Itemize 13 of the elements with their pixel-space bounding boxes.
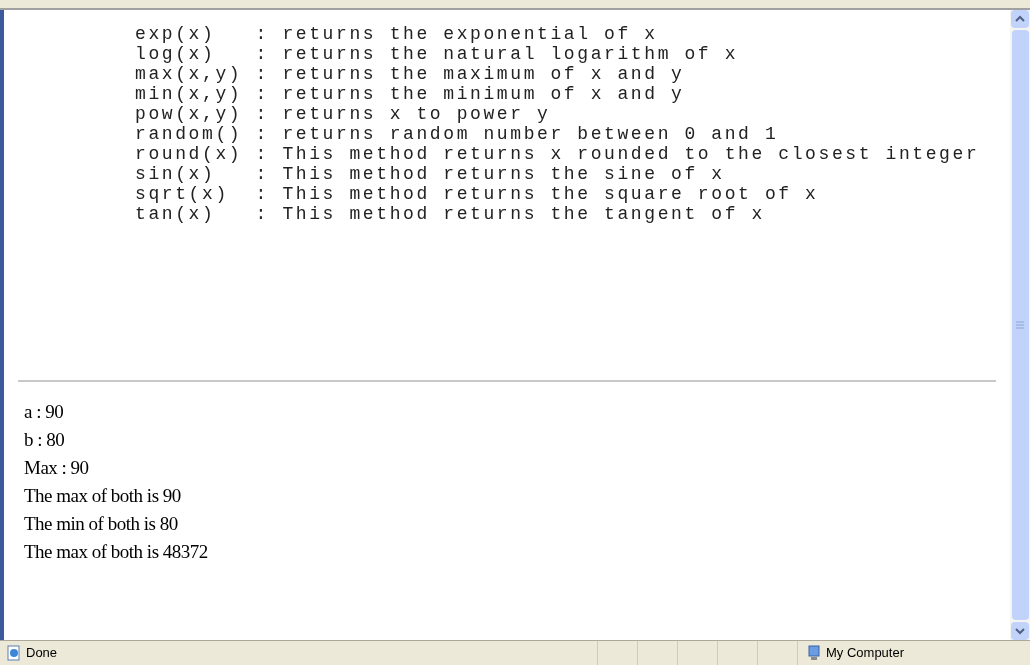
output-line: a : 90 (24, 400, 65, 424)
output-line: The max of both is 90 (24, 484, 182, 508)
output-line: The max of both is 48372 (24, 540, 209, 564)
scroll-up-icon[interactable] (1011, 10, 1029, 28)
scroll-down-icon[interactable] (1011, 622, 1029, 640)
output-line: b : 80 (24, 428, 66, 452)
output-line: The min of both is 80 (24, 512, 179, 536)
computer-icon (806, 645, 822, 661)
zone-text: My Computer (826, 644, 905, 663)
page-icon (6, 645, 22, 661)
code-listing: exp(x) : returns the exponential of x log(x) : returns the natural logarithm of x max(x,y) : returns the maximum of x and y min(x,y) : returns the minimum of x and y pow(x,y) : returns x to power y random() : returns random number between 0 and 1 round(x) : This method returns x rounded to the closest integer sin(x) : This method returns the sine of x sqrt(x) : This method returns the square root of x tan(x) : This method returns the tangent of x (134, 23, 981, 226)
output-line: Max : 90 (24, 456, 90, 480)
status-text: Done (26, 644, 58, 663)
